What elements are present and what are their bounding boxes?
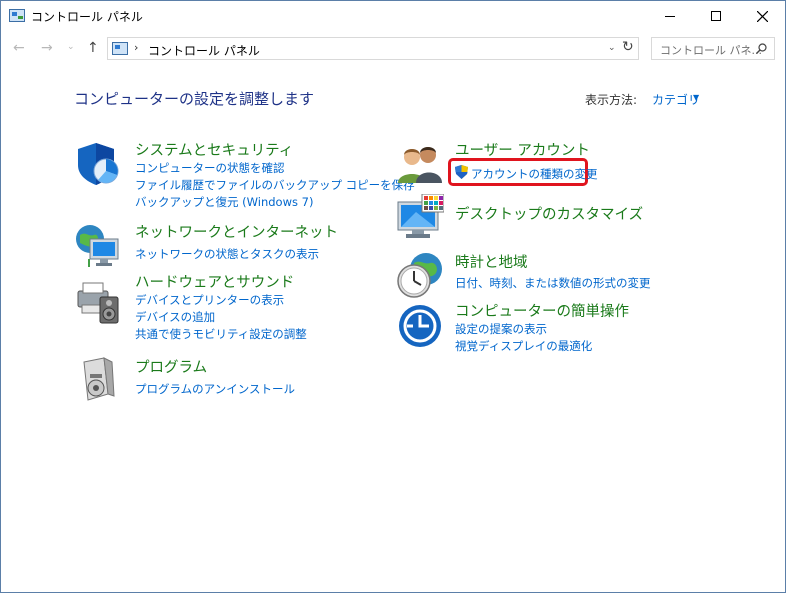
ease-of-access-icon[interactable] — [396, 300, 444, 348]
link-devices-printers[interactable]: デバイスとプリンターの表示 — [135, 292, 284, 308]
monitor-palette-icon[interactable] — [396, 194, 444, 242]
link-uninstall-program[interactable]: プログラムのアンインストール — [135, 381, 295, 397]
up-arrow-icon[interactable]: ↑ — [87, 40, 99, 56]
category-title[interactable]: ネットワークとインターネット — [135, 221, 338, 242]
search-input[interactable]: コントロール パネ... — [651, 37, 775, 60]
address-bar[interactable]: › コントロール パネル › ⌄ ↻ — [107, 37, 639, 60]
category-title[interactable]: システムとセキュリティ — [135, 139, 293, 160]
category-title[interactable]: ハードウェアとサウンド — [135, 271, 294, 292]
category-title[interactable]: ユーザー アカウント — [455, 139, 590, 160]
shield-icon[interactable] — [74, 139, 122, 187]
link-change-account-type[interactable]: アカウントの種類の変更 — [471, 166, 598, 182]
programs-box-icon[interactable] — [74, 356, 122, 404]
link-mobility-settings[interactable]: 共通で使うモビリティ設定の調整 — [135, 326, 307, 342]
breadcrumb-chevron-icon[interactable]: › — [134, 41, 138, 54]
category-title[interactable]: コンピューターの簡単操作 — [455, 300, 629, 321]
address-dropdown-chevron-icon[interactable]: ⌄ — [608, 43, 616, 53]
back-arrow-icon[interactable]: ← — [13, 40, 25, 56]
printer-speaker-icon[interactable] — [74, 277, 122, 325]
search-placeholder: コントロール パネ... — [660, 44, 762, 57]
maximize-button[interactable] — [693, 1, 739, 31]
breadcrumb-chevron-icon[interactable]: › — [240, 41, 244, 54]
link-network-status[interactable]: ネットワークの状態とタスクの表示 — [135, 246, 319, 262]
users-icon[interactable] — [396, 139, 444, 187]
navigation-bar: ← → ⌄ ↑ › コントロール パネル › ⌄ ↻ コントロール パネ... — [1, 37, 785, 61]
link-backup-restore[interactable]: バックアップと復元 (Windows 7) — [135, 194, 313, 210]
minimize-button[interactable] — [647, 1, 693, 31]
category-title[interactable]: プログラム — [135, 356, 207, 377]
recent-locations-chevron-icon[interactable]: ⌄ — [67, 42, 75, 52]
link-date-time-format[interactable]: 日付、時刻、または数値の形式の変更 — [455, 275, 651, 291]
category-title[interactable]: 時計と地域 — [455, 251, 528, 272]
search-icon[interactable] — [756, 43, 767, 54]
close-button[interactable] — [739, 1, 785, 31]
uac-shield-icon — [455, 165, 468, 179]
forward-arrow-icon[interactable]: → — [41, 40, 53, 56]
title-bar[interactable]: コントロール パネル — [1, 1, 785, 31]
page-title: コンピューターの設定を調整します — [74, 90, 315, 108]
link-add-device[interactable]: デバイスの追加 — [135, 309, 215, 325]
link-file-history-backup[interactable]: ファイル履歴でファイルのバックアップ コピーを保存 — [135, 177, 415, 193]
control-panel-icon — [9, 9, 25, 22]
refresh-icon[interactable]: ↻ — [622, 39, 634, 55]
link-optimize-visual-display[interactable]: 視覚ディスプレイの最適化 — [455, 338, 592, 354]
category-title[interactable]: デスクトップのカスタマイズ — [455, 203, 643, 224]
minimize-icon — [665, 15, 675, 17]
clock-globe-icon[interactable] — [396, 251, 444, 299]
address-control-panel-icon — [112, 42, 128, 55]
control-panel-window: コントロール パネル ← → ⌄ ↑ › コントロール パネル › ⌄ ↻ コン… — [0, 0, 786, 593]
view-by-chevron-icon[interactable]: ▼ — [693, 93, 699, 102]
view-by-label: 表示方法: — [585, 93, 638, 107]
globe-network-icon[interactable] — [74, 221, 122, 269]
link-recommended-settings[interactable]: 設定の提案の表示 — [455, 321, 547, 337]
window-title: コントロール パネル — [31, 10, 143, 24]
close-icon — [756, 10, 768, 22]
link-check-status[interactable]: コンピューターの状態を確認 — [135, 160, 285, 176]
maximize-icon — [711, 11, 721, 21]
